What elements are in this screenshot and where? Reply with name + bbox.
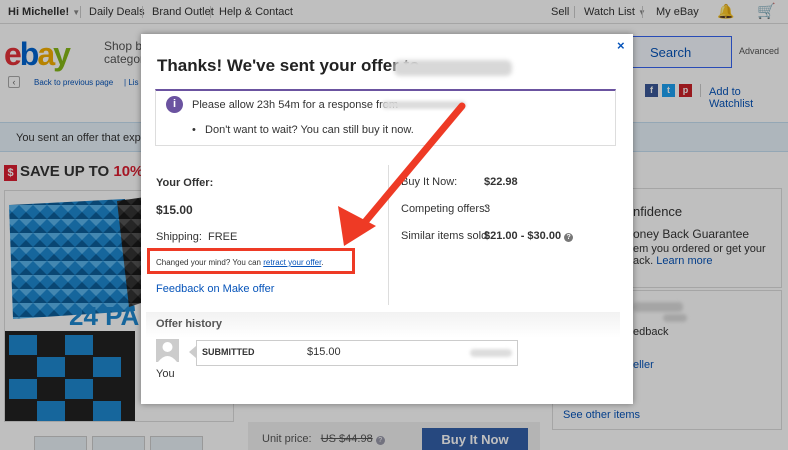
timestamp-blurred [470,349,512,357]
buy-now-hint: • Don't want to wait? You can still buy … [192,124,414,136]
close-icon[interactable]: × [617,38,625,53]
speech-pointer [189,346,196,358]
dialog-title: Thanks! We've sent your offer to [157,56,420,75]
retract-offer-link[interactable]: retract your offer [263,258,321,267]
competing-offers-count: 3 [484,203,491,215]
offer-history-label: Offer history [156,318,223,330]
similar-items-range: $21.00 - $30.00? [484,230,574,242]
feedback-link[interactable]: Feedback on Make offer [156,283,274,295]
info-icon: i [166,96,183,113]
retract-offer-text: Changed your mind? You can retract your … [156,258,324,267]
similar-items-label: Similar items sold: [401,230,491,242]
response-time-text: Please allow 23h 54m for a response from [192,99,399,111]
you-label: You [156,368,175,380]
competing-offers-label: Competing offers: [401,203,488,215]
seller-name-blurred [394,60,512,76]
offer-amount: $15.00 [156,203,193,217]
your-offer-label: Your Offer: [156,177,214,189]
offer-history-amount: $15.00 [307,346,341,358]
divider [388,165,389,305]
seller-name-blurred [382,101,466,109]
buy-it-now-label: Buy It Now: [401,176,458,188]
offer-status: SUBMITTED [202,347,255,357]
avatar [156,339,179,362]
help-icon[interactable]: ? [564,233,574,242]
response-info-box [155,89,616,146]
buy-it-now-price: $22.98 [484,176,518,188]
shipping: Shipping: FREE [156,231,238,243]
